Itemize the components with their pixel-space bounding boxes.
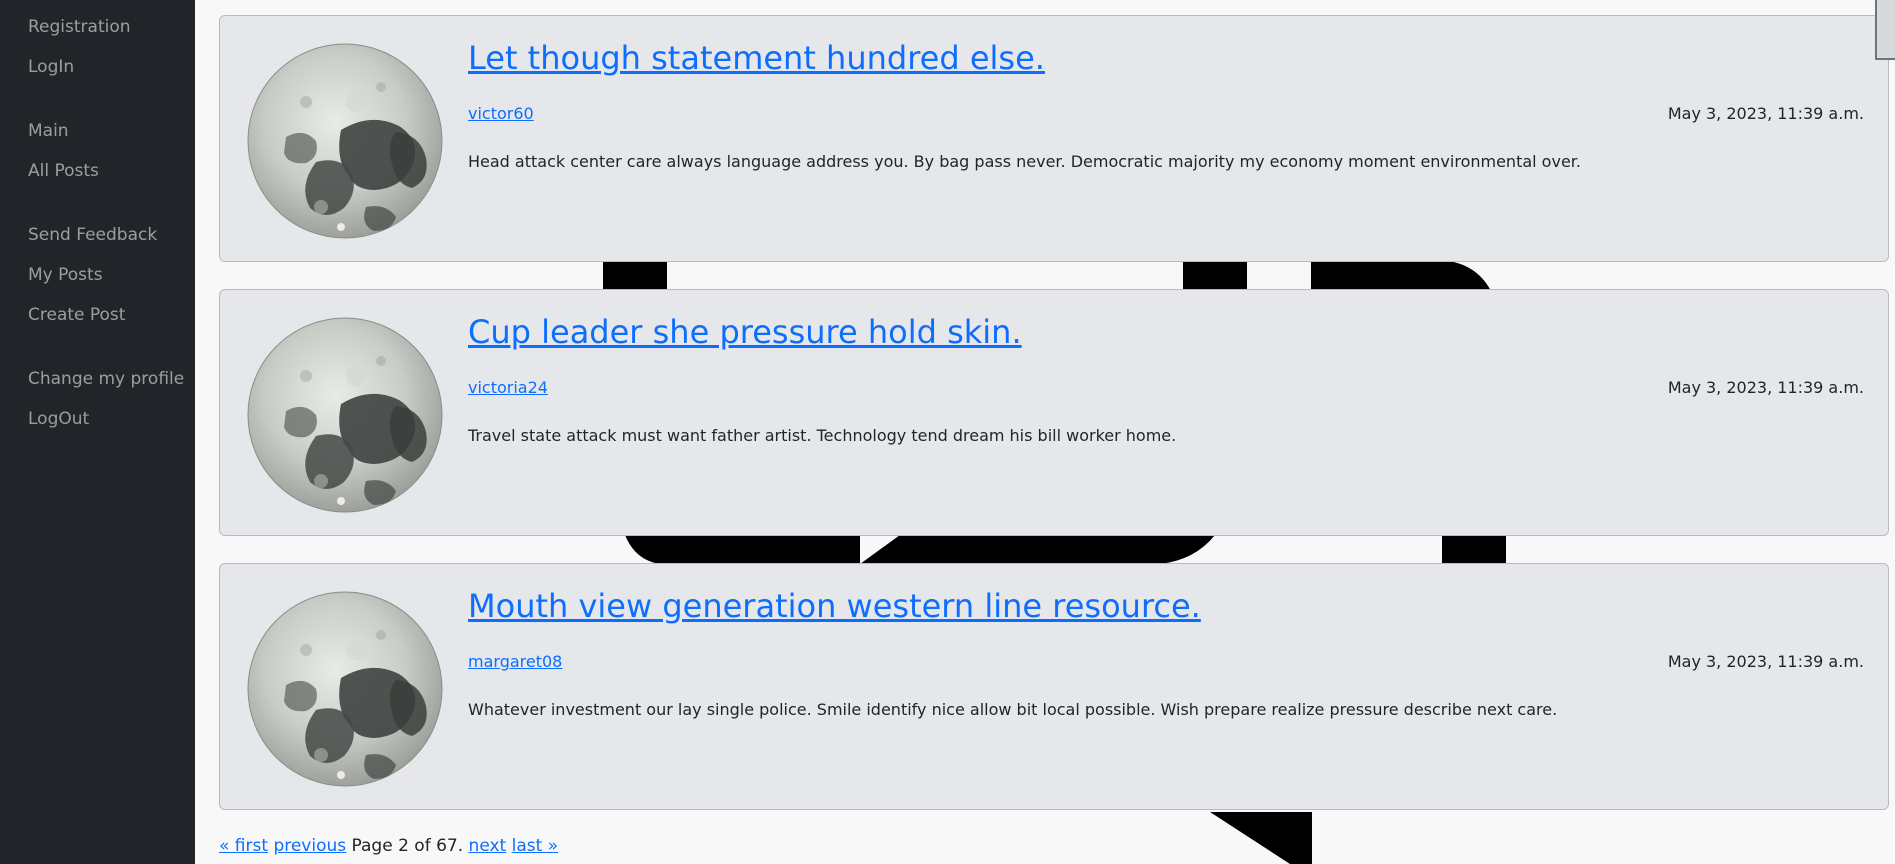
sidebar-item-change-profile[interactable]: Change my profile bbox=[28, 369, 184, 389]
pagination: « first previous Page 2 of 67. next last… bbox=[219, 836, 558, 856]
post-author-link[interactable]: margaret08 bbox=[468, 652, 562, 671]
pagination-previous-link[interactable]: previous bbox=[273, 836, 346, 856]
moon-image bbox=[247, 317, 443, 513]
sidebar-item-all-posts[interactable]: All Posts bbox=[28, 161, 99, 181]
post-body: Whatever investment our lay single polic… bbox=[468, 700, 1558, 719]
pagination-first-link[interactable]: « first bbox=[219, 836, 268, 856]
scrollbar-thumb[interactable] bbox=[1875, 0, 1895, 60]
moon-image bbox=[247, 43, 443, 239]
pagination-last-link[interactable]: last » bbox=[512, 836, 558, 856]
post-author-link[interactable]: victoria24 bbox=[468, 378, 548, 397]
post-card: Mouth view generation western line resou… bbox=[219, 563, 1889, 810]
sidebar-item-login[interactable]: LogIn bbox=[28, 57, 74, 77]
sidebar-item-logout[interactable]: LogOut bbox=[28, 409, 89, 429]
pagination-next-link[interactable]: next bbox=[469, 836, 507, 856]
post-body: Head attack center care always language … bbox=[468, 152, 1581, 171]
sidebar-item-registration[interactable]: Registration bbox=[28, 17, 131, 37]
sidebar-item-create-post[interactable]: Create Post bbox=[28, 305, 125, 325]
post-date: May 3, 2023, 11:39 a.m. bbox=[1667, 652, 1864, 671]
post-title-link[interactable]: Mouth view generation western line resou… bbox=[468, 586, 1201, 626]
sidebar-item-my-posts[interactable]: My Posts bbox=[28, 265, 103, 285]
post-author-link[interactable]: victor60 bbox=[468, 104, 534, 123]
sidebar-item-send-feedback[interactable]: Send Feedback bbox=[28, 225, 157, 245]
moon-image bbox=[247, 591, 443, 787]
sidebar: Registration LogIn Main All Posts Send F… bbox=[0, 0, 195, 864]
post-date: May 3, 2023, 11:39 a.m. bbox=[1667, 104, 1864, 123]
post-date: May 3, 2023, 11:39 a.m. bbox=[1667, 378, 1864, 397]
post-body: Travel state attack must want father art… bbox=[468, 426, 1177, 445]
post-card: Cup leader she pressure hold skin. victo… bbox=[219, 289, 1889, 536]
sidebar-item-main[interactable]: Main bbox=[28, 121, 69, 141]
post-title-link[interactable]: Cup leader she pressure hold skin. bbox=[468, 312, 1022, 352]
post-card: Let though statement hundred else. victo… bbox=[219, 15, 1889, 262]
post-title-link[interactable]: Let though statement hundred else. bbox=[468, 38, 1045, 78]
pagination-status: Page 2 of 67. bbox=[351, 836, 464, 856]
